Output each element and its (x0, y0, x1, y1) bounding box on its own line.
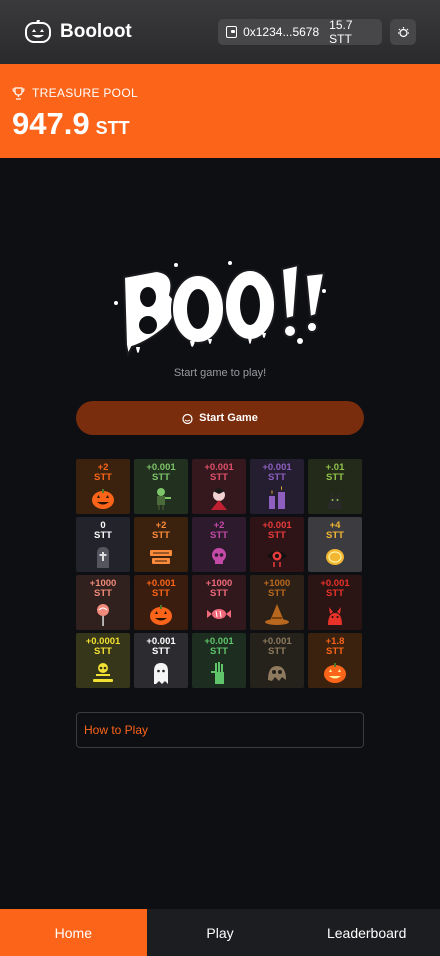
prize-unit: STT (152, 530, 170, 541)
trophy-icon (12, 86, 25, 100)
prize-cell[interactable]: +2 STT (76, 459, 130, 514)
boo-logo-art (114, 261, 326, 359)
nav-tab-leaderboard[interactable]: Leaderboard (293, 909, 440, 956)
treasure-pool-label: TREASURE POOL (32, 86, 138, 100)
prize-cell[interactable]: +0.001 STT (308, 575, 362, 630)
pumpkin-icon (90, 486, 116, 510)
treasure-pool-value: 947.9 STT (12, 106, 428, 142)
brand[interactable]: Booloot (24, 20, 132, 44)
skull-icon (206, 544, 232, 568)
treasure-pool-amount: 947.9 (12, 106, 90, 141)
app-name: Booloot (60, 21, 132, 42)
theme-toggle-icon (397, 26, 409, 37)
prize-cell[interactable]: +1000 STT (76, 575, 130, 630)
prize-cell[interactable]: +4 STT (308, 517, 362, 572)
prize-unit: STT (94, 588, 112, 599)
prize-cell[interactable]: +1000 STT (250, 575, 304, 630)
prize-unit: STT (210, 588, 228, 599)
prize-unit: STT (152, 472, 170, 483)
prize-unit: STT (268, 588, 286, 599)
devil-cat-icon (322, 602, 348, 626)
prize-unit: STT (94, 472, 112, 483)
prize-unit: STT (210, 530, 228, 541)
app-screen: Booloot 0x1234...5678 15.7 STT TREASURE … (0, 0, 440, 956)
candy-icon (206, 602, 232, 626)
prize-cell[interactable]: +1000 STT (192, 575, 246, 630)
black-cat-icon (322, 486, 348, 510)
prize-cell[interactable]: +0.001 STT (192, 459, 246, 514)
candles-icon (264, 486, 290, 510)
prize-unit: STT (152, 588, 170, 599)
pumpkin-icon (182, 413, 193, 424)
prize-cell[interactable]: +0.001 STT (192, 633, 246, 688)
wallet-button[interactable]: 0x1234...5678 15.7 STT (218, 18, 382, 46)
witch-hat-icon (264, 602, 290, 626)
pumpkin-icon (148, 602, 174, 626)
owl-ghost-icon (264, 660, 290, 684)
nav-tab-play[interactable]: Play (147, 909, 294, 956)
prize-unit: STT (94, 646, 112, 657)
zombie-hand-icon (206, 660, 232, 684)
prize-cell[interactable]: +2 STT (192, 517, 246, 572)
pumpkin-logo-icon (25, 20, 51, 43)
prize-cell[interactable]: +.01 STT (308, 459, 362, 514)
treasure-pool-banner: TREASURE POOL 947.9 STT (0, 64, 440, 158)
prize-unit: STT (326, 588, 344, 599)
eyeball-icon (264, 544, 290, 568)
prize-cell[interactable]: 0 STT (76, 517, 130, 572)
wallet-icon (226, 26, 238, 38)
lollipop-icon (90, 602, 116, 626)
prize-unit: STT (210, 472, 228, 483)
prize-unit: STT (326, 646, 344, 657)
prize-cell[interactable]: +2 STT (134, 517, 188, 572)
nav-tab-home[interactable]: Home (0, 909, 147, 956)
prize-cell[interactable]: +0.001 STT (134, 633, 188, 688)
prize-cell[interactable]: +0.001 STT (134, 459, 188, 514)
prize-unit: STT (268, 530, 286, 541)
prize-unit: STT (268, 646, 286, 657)
boo-logo (110, 255, 332, 365)
prize-cell[interactable]: +0.001 STT (250, 459, 304, 514)
start-hint: Start game to play! (173, 367, 267, 379)
vampire-icon (206, 486, 232, 510)
start-game-button[interactable]: Start Game (76, 401, 364, 435)
prize-unit: STT (210, 646, 228, 657)
skeleton-icon (90, 660, 116, 684)
how-to-play-label: How to Play (84, 723, 149, 737)
coin-icon (322, 544, 348, 568)
theme-toggle-button[interactable] (390, 19, 416, 45)
prize-cell[interactable]: +0.001 STT (250, 517, 304, 572)
prize-unit: STT (326, 472, 344, 483)
prize-grid: +2 STT +0.001 STT +0.001 STT +0.001 STT +.01 STT 0… (76, 459, 365, 688)
prize-unit: STT (94, 530, 112, 541)
prize-cell[interactable]: +0.0001 STT (76, 633, 130, 688)
bottom-nav: Home Play Leaderboard (0, 909, 440, 956)
prize-cell[interactable]: +0.001 STT (250, 633, 304, 688)
ghost-icon (148, 660, 174, 684)
jack-o-lantern-icon (322, 660, 348, 684)
top-bar: Booloot 0x1234...5678 15.7 STT (0, 0, 440, 64)
prize-cell[interactable]: +0.001 STT (134, 575, 188, 630)
start-game-label: Start Game (199, 412, 258, 424)
tombstone-icon (90, 544, 116, 568)
happy-halloween-icon (148, 544, 174, 568)
prize-unit: STT (268, 472, 286, 483)
wallet-address: 0x1234...5678 (243, 25, 320, 39)
prize-unit: STT (326, 530, 344, 541)
prize-cell[interactable]: +1.8 STT (308, 633, 362, 688)
wallet-balance: 15.7 STT (329, 18, 353, 46)
treasure-pool-unit: STT (95, 118, 130, 138)
zombie-icon (148, 486, 174, 510)
how-to-play-button[interactable]: How to Play (76, 712, 364, 748)
treasure-pool-header: TREASURE POOL (12, 86, 428, 100)
prize-unit: STT (152, 646, 170, 657)
